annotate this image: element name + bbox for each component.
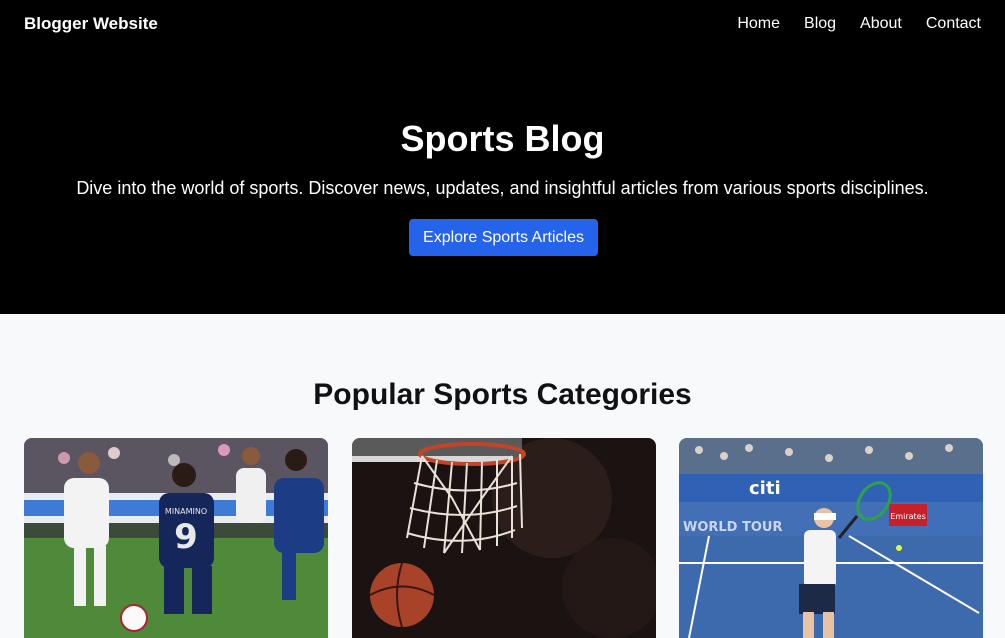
nav-link-blog[interactable]: Blog — [804, 15, 836, 33]
category-card-tennis[interactable]: citi WORLD TOUR Emirates — [679, 438, 983, 638]
basketball-hoop-photo — [352, 438, 656, 638]
category-cards: 9 MINAMINO citi WORLD TOUR Emirates — [24, 438, 983, 638]
tour-banner: WORLD TOUR — [683, 520, 783, 535]
hero-section: Sports Blog Dive into the world of sport… — [0, 48, 1005, 314]
tennis-player-photo: citi WORLD TOUR Emirates — [679, 438, 983, 638]
soccer-match-photo: 9 MINAMINO — [24, 438, 328, 638]
categories-heading: Popular Sports Categories — [313, 378, 692, 411]
top-navbar: Blogger Website Home Blog About Contact — [0, 0, 1005, 48]
category-card-basketball[interactable] — [352, 438, 656, 638]
hero-subtitle: Dive into the world of sports. Discover … — [76, 178, 929, 198]
jersey-name: MINAMINO — [165, 507, 207, 516]
sponsor-citi: citi — [749, 478, 781, 499]
category-card-soccer[interactable]: 9 MINAMINO — [24, 438, 328, 638]
nav-links: Home Blog About Contact — [737, 15, 981, 33]
explore-articles-button[interactable]: Explore Sports Articles — [409, 219, 598, 256]
nav-link-contact[interactable]: Contact — [926, 15, 981, 33]
brand-logo[interactable]: Blogger Website — [24, 14, 158, 34]
sponsor-emirates: Emirates — [890, 512, 926, 521]
nav-link-about[interactable]: About — [860, 15, 902, 33]
hero-title: Sports Blog — [400, 118, 605, 159]
jersey-number: 9 — [174, 517, 198, 557]
nav-link-home[interactable]: Home — [737, 15, 780, 33]
